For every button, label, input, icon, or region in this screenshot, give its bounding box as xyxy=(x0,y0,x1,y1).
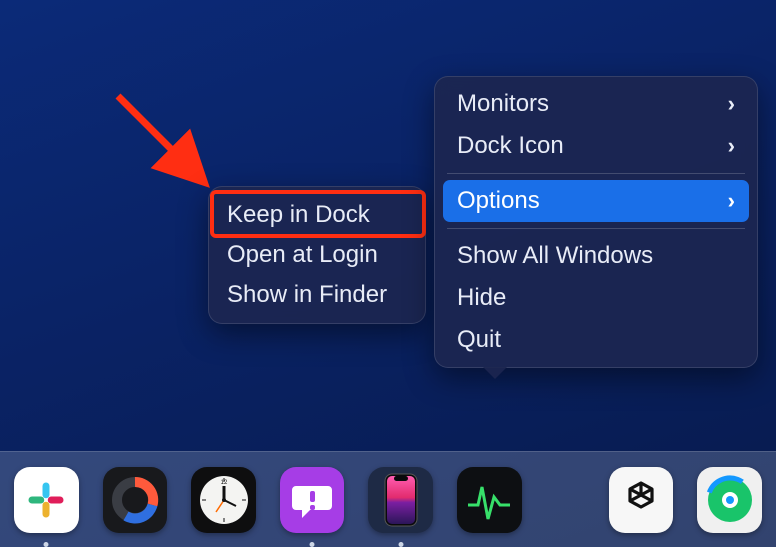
menu-item-open-at-login[interactable]: Open at Login xyxy=(215,235,419,275)
menu-item-show-in-finder[interactable]: Show in Finder xyxy=(215,275,419,315)
running-indicator xyxy=(44,542,49,547)
findmy-icon xyxy=(703,473,757,527)
menu-item-label: Keep in Dock xyxy=(227,201,370,229)
dock-app-activity-monitor[interactable] xyxy=(457,467,522,533)
clock-icon: 12 xyxy=(196,472,252,528)
menu-item-options[interactable]: Options › xyxy=(443,180,749,222)
openai-icon xyxy=(618,477,664,523)
running-indicator xyxy=(398,542,403,547)
svg-text:12: 12 xyxy=(220,480,227,486)
menu-item-label: Show All Windows xyxy=(457,242,653,270)
menu-item-show-all-windows[interactable]: Show All Windows xyxy=(443,235,749,277)
menu-item-keep-in-dock[interactable]: Keep in Dock xyxy=(215,195,419,235)
iphone-icon xyxy=(384,473,418,527)
menu-item-label: Open at Login xyxy=(227,241,378,269)
dock-app-slack[interactable] xyxy=(14,467,79,533)
running-indicator xyxy=(310,542,315,547)
options-submenu: Keep in Dock Open at Login Show in Finde… xyxy=(208,186,426,324)
dock: 12 xyxy=(0,451,776,547)
dock-app-feedback[interactable] xyxy=(280,467,345,533)
donut-chart-icon xyxy=(110,475,160,525)
activity-icon xyxy=(464,475,514,525)
menu-item-quit[interactable]: Quit xyxy=(443,319,749,361)
slack-icon xyxy=(25,479,67,521)
dock-app-clock[interactable]: 12 xyxy=(191,467,256,533)
menu-separator xyxy=(447,228,745,229)
feedback-icon xyxy=(290,478,334,522)
menu-item-monitors[interactable]: Monitors › xyxy=(443,83,749,125)
dock-app-iphone-mirroring[interactable] xyxy=(368,467,433,533)
chevron-right-icon: › xyxy=(728,91,735,117)
menu-item-label: Show in Finder xyxy=(227,281,387,309)
annotation-arrow xyxy=(110,88,220,198)
dock-app-find-my[interactable] xyxy=(697,467,762,533)
menu-item-label: Options xyxy=(457,187,540,215)
menu-item-dock-icon[interactable]: Dock Icon › xyxy=(443,125,749,167)
menu-item-label: Quit xyxy=(457,326,501,354)
menu-item-label: Monitors xyxy=(457,90,549,118)
menu-item-label: Dock Icon xyxy=(457,132,564,160)
chevron-right-icon: › xyxy=(728,133,735,159)
menu-separator xyxy=(447,173,745,174)
dock-app-analytics[interactable] xyxy=(103,467,168,533)
dock-app-chatgpt[interactable] xyxy=(609,467,674,533)
menu-item-label: Hide xyxy=(457,284,506,312)
dock-context-menu: Monitors › Dock Icon › Options › Show Al… xyxy=(434,76,758,368)
menu-item-hide[interactable]: Hide xyxy=(443,277,749,319)
chevron-right-icon: › xyxy=(728,188,735,214)
